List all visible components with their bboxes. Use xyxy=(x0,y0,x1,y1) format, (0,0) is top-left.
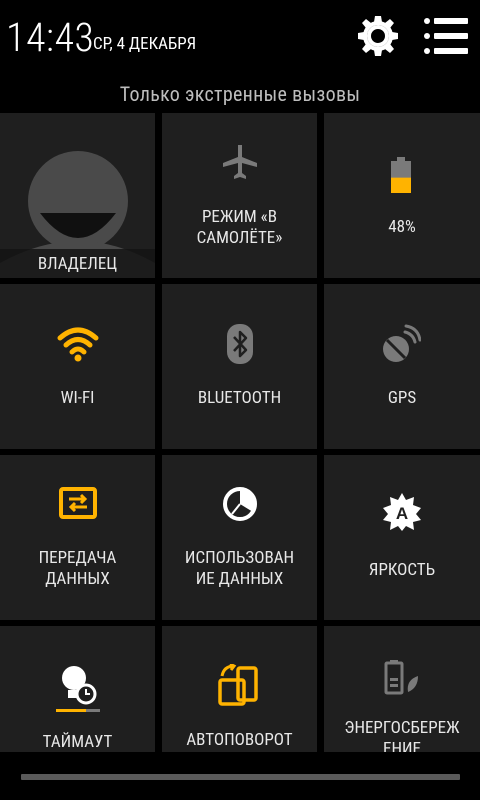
wifi-icon xyxy=(57,326,99,366)
bluetooth-icon xyxy=(227,324,253,368)
brightness-icon: A xyxy=(383,493,421,535)
bluetooth-tile[interactable]: BLUETOOTH xyxy=(162,284,317,449)
autorotate-tile[interactable]: АВТОПОВОРОТ xyxy=(162,626,317,752)
data-transfer-label-line2: ДАННЫХ xyxy=(45,569,110,589)
power-saving-label-line2: ЕНИЕ xyxy=(383,739,421,752)
power-saving-icon xyxy=(384,660,420,700)
brightness-tile[interactable]: A ЯРКОСТЬ xyxy=(324,455,480,620)
brightness-label: ЯРКОСТЬ xyxy=(368,560,436,580)
battery-icon xyxy=(391,157,411,197)
airplane-mode-label-line1: РЕЖИМ «В xyxy=(202,207,277,227)
data-usage-label-line2: ИЕ ДАННЫХ xyxy=(195,569,284,589)
status-bar: 14:43 СР, 4 ДЕКАБРЯ xyxy=(0,0,480,76)
svg-text:A: A xyxy=(396,504,408,523)
power-saving-tile[interactable]: ЭНЕРГОСБЕРЕЖ ЕНИЕ xyxy=(324,626,480,752)
airplane-mode-tile[interactable]: РЕЖИМ «В САМОЛЁТЕ» xyxy=(162,113,317,278)
data-usage-tile[interactable]: ИСПОЛЬЗОВАН ИЕ ДАННЫХ xyxy=(162,455,317,620)
list-menu-icon[interactable] xyxy=(422,16,470,56)
data-usage-label-line1: ИСПОЛЬЗОВАН xyxy=(184,548,295,568)
data-transfer-tile[interactable]: ПЕРЕДАЧА ДАННЫХ xyxy=(0,455,155,620)
date: СР, 4 ДЕКАБРЯ xyxy=(93,34,197,54)
gps-icon xyxy=(381,324,422,368)
airplane-icon xyxy=(222,143,258,185)
timeout-label: ТАЙМАУТ xyxy=(42,732,113,752)
timeout-tile[interactable]: ТАЙМАУТ xyxy=(0,626,155,752)
autorotate-icon xyxy=(218,662,260,710)
autorotate-label: АВТОПОВОРОТ xyxy=(186,730,293,750)
bluetooth-label: BLUETOOTH xyxy=(197,388,282,408)
data-usage-icon xyxy=(222,486,258,526)
battery-label: 48% xyxy=(388,217,416,237)
clock: 14:43 xyxy=(6,14,95,61)
gear-icon[interactable] xyxy=(356,14,400,58)
emergency-calls-only-text: Только экстренные вызовы xyxy=(119,82,361,106)
owner-tile[interactable]: ВЛАДЕЛЕЦ xyxy=(0,113,155,278)
wifi-label: WI-FI xyxy=(60,388,95,408)
wifi-tile[interactable]: WI-FI xyxy=(0,284,155,449)
data-transfer-icon xyxy=(59,487,97,523)
airplane-mode-label-line2: САМОЛЁТЕ» xyxy=(196,228,283,248)
drag-handle[interactable] xyxy=(21,774,460,780)
power-saving-label-line1: ЭНЕРГОСБЕРЕЖ xyxy=(344,718,460,738)
gps-label: GPS xyxy=(387,388,417,408)
owner-label: ВЛАДЕЛЕЦ xyxy=(37,254,118,274)
timeout-icon xyxy=(56,664,100,720)
gps-tile[interactable]: GPS xyxy=(324,284,480,449)
battery-tile[interactable]: 48% xyxy=(324,113,480,278)
data-transfer-label-line1: ПЕРЕДАЧА xyxy=(38,548,117,568)
